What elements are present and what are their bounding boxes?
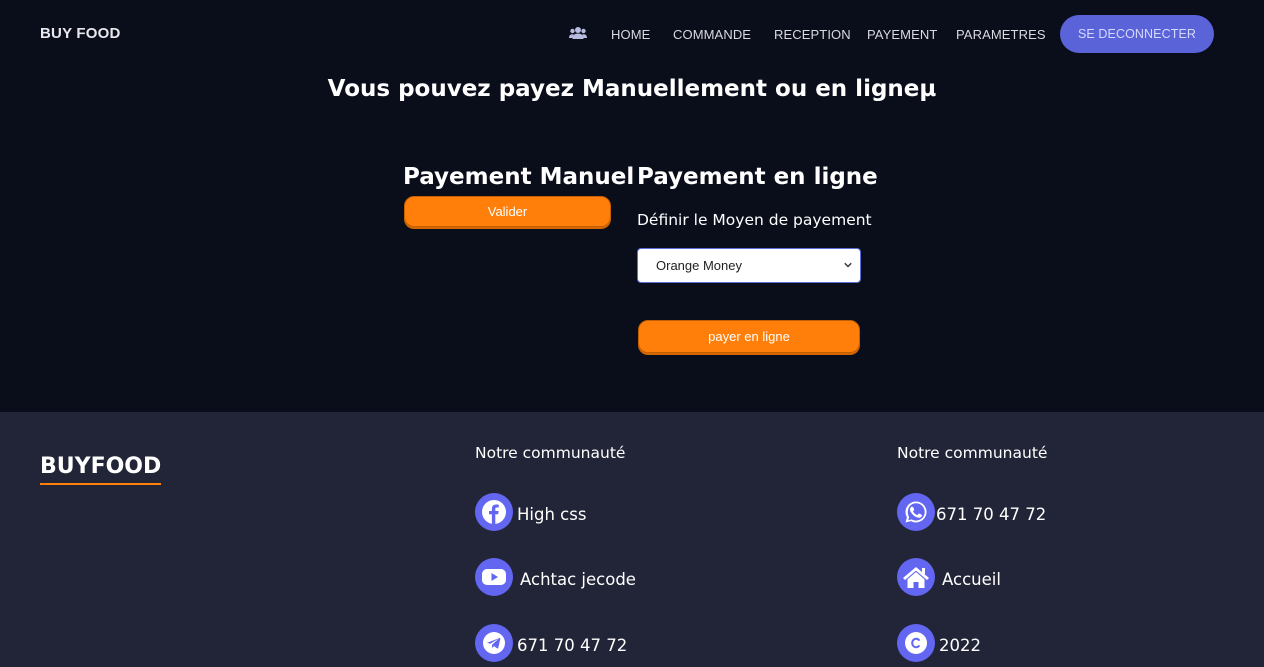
nav-payement[interactable]: PAYEMENT xyxy=(867,27,937,42)
footer: BUYFOOD Notre communauté High css Achtac… xyxy=(0,412,1264,667)
validate-button[interactable]: Valider xyxy=(404,196,611,227)
youtube-icon xyxy=(475,558,513,596)
footer-link-whatsapp[interactable]: 671 70 47 72 xyxy=(897,493,1046,531)
footer-link-home[interactable]: Accueil xyxy=(897,558,1001,596)
telegram-icon xyxy=(475,624,513,662)
manual-payment-title: Payement Manuel xyxy=(403,164,635,190)
footer-link-text: 671 70 47 72 xyxy=(936,504,1047,524)
payment-method-selected-value: Orange Money xyxy=(656,258,742,273)
facebook-icon xyxy=(475,493,513,531)
pay-online-button[interactable]: payer en ligne xyxy=(638,320,860,353)
footer-copyright: 2022 xyxy=(897,624,981,662)
users-icon[interactable] xyxy=(569,26,587,40)
payment-method-label: Définir le Moyen de payement xyxy=(637,211,872,229)
footer-link-text: 671 70 47 72 xyxy=(517,635,628,655)
nav-home[interactable]: HOME xyxy=(611,27,650,42)
home-icon xyxy=(897,558,935,596)
footer-heading-community-1: Notre communauté xyxy=(475,444,626,462)
nav-reception[interactable]: RECEPTION xyxy=(774,27,851,42)
chevron-down-icon xyxy=(844,262,852,268)
footer-copyright-text: 2022 xyxy=(939,635,981,655)
nav-commande[interactable]: COMMANDE xyxy=(673,27,751,42)
footer-link-telegram[interactable]: 671 70 47 72 xyxy=(475,624,627,662)
brand-logo[interactable]: BUY FOOD xyxy=(40,25,121,42)
footer-link-text: High css xyxy=(517,504,587,524)
whatsapp-icon xyxy=(897,493,935,531)
footer-brand: BUYFOOD xyxy=(40,454,162,485)
nav-parametres[interactable]: PARAMETRES xyxy=(956,27,1046,42)
copyright-icon xyxy=(897,624,935,662)
navbar: BUY FOOD HOME COMMANDE RECEPTION PAYEMEN… xyxy=(0,0,1264,70)
footer-link-text: Achtac jecode xyxy=(520,569,636,589)
footer-heading-community-2: Notre communauté xyxy=(897,444,1048,462)
payment-method-select[interactable]: Orange Money xyxy=(637,248,861,283)
logout-button[interactable]: SE DECONNECTER xyxy=(1060,15,1214,53)
footer-link-youtube[interactable]: Achtac jecode xyxy=(475,558,636,596)
footer-link-text: Accueil xyxy=(942,569,1001,589)
page-title: Vous pouvez payez Manuellement ou en lig… xyxy=(327,76,937,102)
footer-link-facebook[interactable]: High css xyxy=(475,493,586,531)
online-payment-title: Payement en ligne xyxy=(637,164,878,190)
